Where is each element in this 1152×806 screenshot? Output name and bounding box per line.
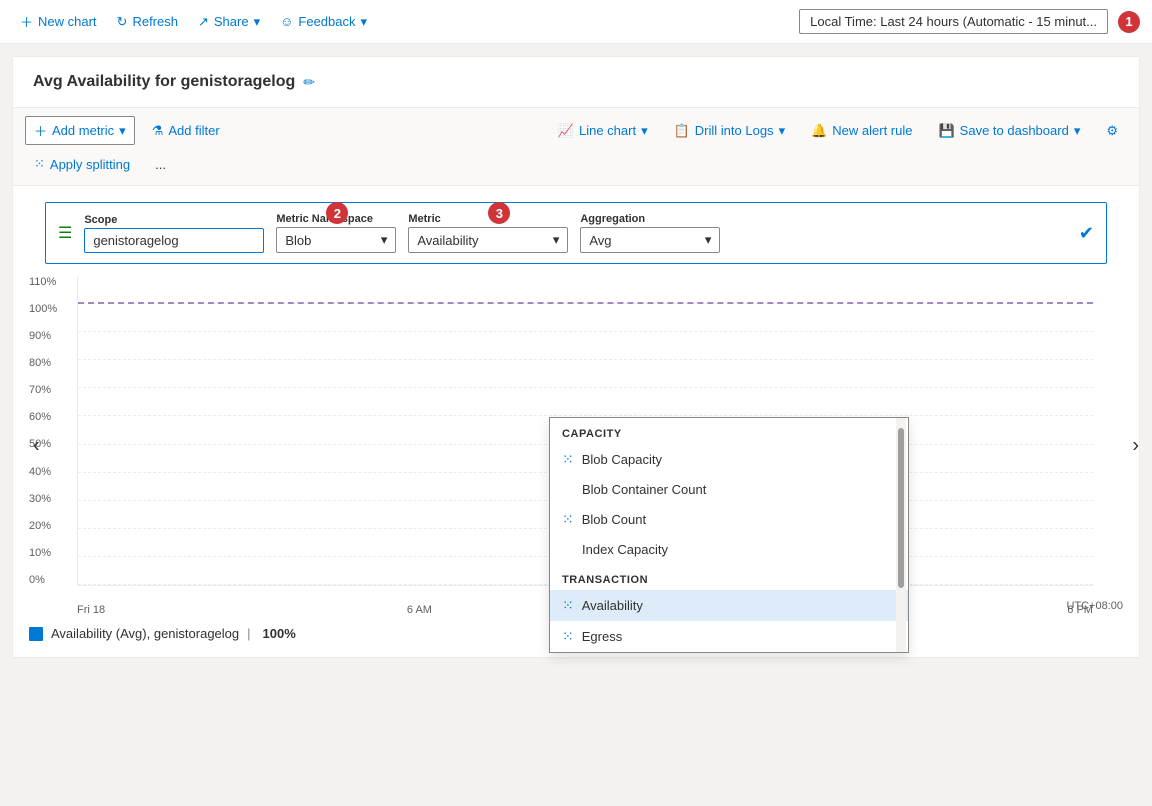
- logs-icon: 📋: [674, 123, 690, 139]
- aggregation-chevron-icon: ▾: [705, 232, 712, 248]
- plus-icon: ＋: [20, 12, 33, 31]
- chart-nav-right[interactable]: ›: [1124, 427, 1147, 466]
- x-label-fri18: Fri 18: [77, 604, 105, 616]
- grid-icon: ⁙: [562, 451, 574, 468]
- capacity-section-label: CAPACITY: [550, 418, 908, 444]
- y-label-100: 100%: [29, 303, 74, 315]
- apply-splitting-button[interactable]: ⁙ Apply splitting: [25, 151, 139, 177]
- scope-icon: ☰: [58, 223, 72, 243]
- new-chart-button[interactable]: ＋ New chart: [12, 8, 105, 35]
- confirm-icon[interactable]: ✔: [1079, 223, 1094, 244]
- more-options-button[interactable]: ...: [147, 153, 174, 176]
- metric-dropdown: CAPACITY ⁙ Blob Capacity Blob Container …: [549, 417, 909, 653]
- grid-icon3: ⁙: [562, 597, 574, 614]
- drill-into-logs-button[interactable]: 📋 Drill into Logs ▾: [665, 118, 794, 144]
- aggregation-label: Aggregation: [580, 213, 720, 225]
- y-label-90: 90%: [29, 330, 74, 342]
- y-label-40: 40%: [29, 466, 74, 478]
- metric-row: ☰ Scope Metric Namespace Blob ▾ 2 Metric…: [45, 202, 1107, 264]
- chart-title-bar: Avg Availability for genistoragelog ✏: [13, 57, 1139, 108]
- save-chevron-icon: ▾: [1074, 123, 1081, 139]
- scope-input[interactable]: [84, 228, 264, 253]
- gear-icon: ⚙: [1106, 123, 1118, 139]
- toolbar-row2: ⁙ Apply splitting ...: [25, 151, 1127, 177]
- alert-icon: 🔔: [811, 123, 827, 139]
- legend-label: Availability (Avg), genistoragelog: [51, 626, 239, 641]
- grid-icon2: ⁙: [562, 511, 574, 528]
- namespace-select[interactable]: Blob ▾: [276, 227, 396, 253]
- chart-nav-left[interactable]: ‹: [25, 427, 48, 466]
- utc-label: UTC+08:00: [1066, 600, 1123, 612]
- add-metric-plus-icon: ＋: [34, 121, 47, 140]
- refresh-icon: ↻: [117, 14, 128, 30]
- namespace-chevron-icon: ▾: [381, 232, 388, 248]
- dropdown-item-availability[interactable]: ⁙ Availability: [550, 590, 908, 621]
- y-label-0: 0%: [29, 574, 74, 586]
- add-metric-chevron-icon: ▾: [119, 123, 126, 139]
- legend-color-swatch: [29, 627, 43, 641]
- line-chart-chevron-icon: ▾: [641, 123, 648, 139]
- feedback-chevron-icon: ▾: [361, 14, 368, 30]
- notification-badge: 1: [1118, 11, 1140, 33]
- namespace-field: Metric Namespace Blob ▾ 2: [276, 213, 396, 253]
- dropdown-item-index-capacity[interactable]: Index Capacity: [550, 535, 908, 564]
- y-label-60: 60%: [29, 411, 74, 423]
- feedback-icon: ☺: [280, 14, 293, 29]
- line-chart-icon: 📈: [558, 123, 574, 139]
- metric-select[interactable]: Availability ▾: [408, 227, 568, 253]
- edit-icon[interactable]: ✏: [303, 74, 315, 91]
- x-label-6am: 6 AM: [407, 604, 432, 616]
- scope-label: Scope: [84, 214, 264, 226]
- availability-line: [78, 302, 1093, 304]
- share-icon: ↗: [198, 14, 209, 30]
- aggregation-select[interactable]: Avg ▾: [580, 227, 720, 253]
- chart-title: Avg Availability for genistoragelog: [33, 73, 295, 91]
- toolbar-right: 📈 Line chart ▾ 📋 Drill into Logs ▾ 🔔 New…: [549, 118, 1127, 144]
- metric-field: Metric Availability ▾ 3: [408, 213, 568, 253]
- dropdown-scrollbar[interactable]: [896, 418, 906, 652]
- dropdown-item-blob-container-count[interactable]: Blob Container Count: [550, 475, 908, 504]
- filter-icon: ⚗: [152, 123, 164, 139]
- dropdown-item-blob-count[interactable]: ⁙ Blob Count: [550, 504, 908, 535]
- dropdown-item-egress[interactable]: ⁙ Egress: [550, 621, 908, 652]
- line-chart-button[interactable]: 📈 Line chart ▾: [549, 118, 657, 144]
- add-metric-button[interactable]: ＋ Add metric ▾: [25, 116, 135, 145]
- y-label-110: 110%: [29, 276, 74, 288]
- top-bar: ＋ New chart ↻ Refresh ↗ Share ▾ ☺ Feedba…: [0, 0, 1152, 44]
- y-label-20: 20%: [29, 520, 74, 532]
- grid-icon4: ⁙: [562, 628, 574, 645]
- new-alert-rule-button[interactable]: 🔔 New alert rule: [802, 118, 921, 144]
- dropdown-item-blob-capacity[interactable]: ⁙ Blob Capacity: [550, 444, 908, 475]
- settings-button[interactable]: ⚙: [1097, 118, 1127, 144]
- main-container: Avg Availability for genistoragelog ✏ ＋ …: [12, 56, 1140, 658]
- save-to-dashboard-button[interactable]: 💾 Save to dashboard ▾: [929, 118, 1089, 144]
- y-label-30: 30%: [29, 493, 74, 505]
- refresh-button[interactable]: ↻ Refresh: [109, 10, 186, 34]
- transaction-section-label: TRANSACTION: [550, 564, 908, 590]
- share-chevron-icon: ▾: [254, 14, 261, 30]
- y-label-10: 10%: [29, 547, 74, 559]
- drill-chevron-icon: ▾: [779, 123, 786, 139]
- feedback-button[interactable]: ☺ Feedback ▾: [272, 10, 375, 34]
- time-selector[interactable]: Local Time: Last 24 hours (Automatic - 1…: [799, 9, 1108, 34]
- split-icon: ⁙: [34, 156, 45, 172]
- share-button[interactable]: ↗ Share ▾: [190, 10, 268, 34]
- legend-value: 100%: [263, 626, 296, 641]
- metric-chevron-icon: ▾: [553, 232, 560, 248]
- toolbar: ＋ Add metric ▾ ⚗ Add filter 📈 Line chart…: [13, 108, 1139, 186]
- y-label-80: 80%: [29, 357, 74, 369]
- scrollbar-thumb: [898, 428, 904, 588]
- toolbar-row1: ＋ Add metric ▾ ⚗ Add filter 📈 Line chart…: [25, 116, 1127, 145]
- y-label-70: 70%: [29, 384, 74, 396]
- save-icon: 💾: [938, 123, 954, 139]
- aggregation-field: Aggregation Avg ▾: [580, 213, 720, 253]
- scope-field: Scope: [84, 214, 264, 253]
- add-filter-button[interactable]: ⚗ Add filter: [143, 118, 229, 144]
